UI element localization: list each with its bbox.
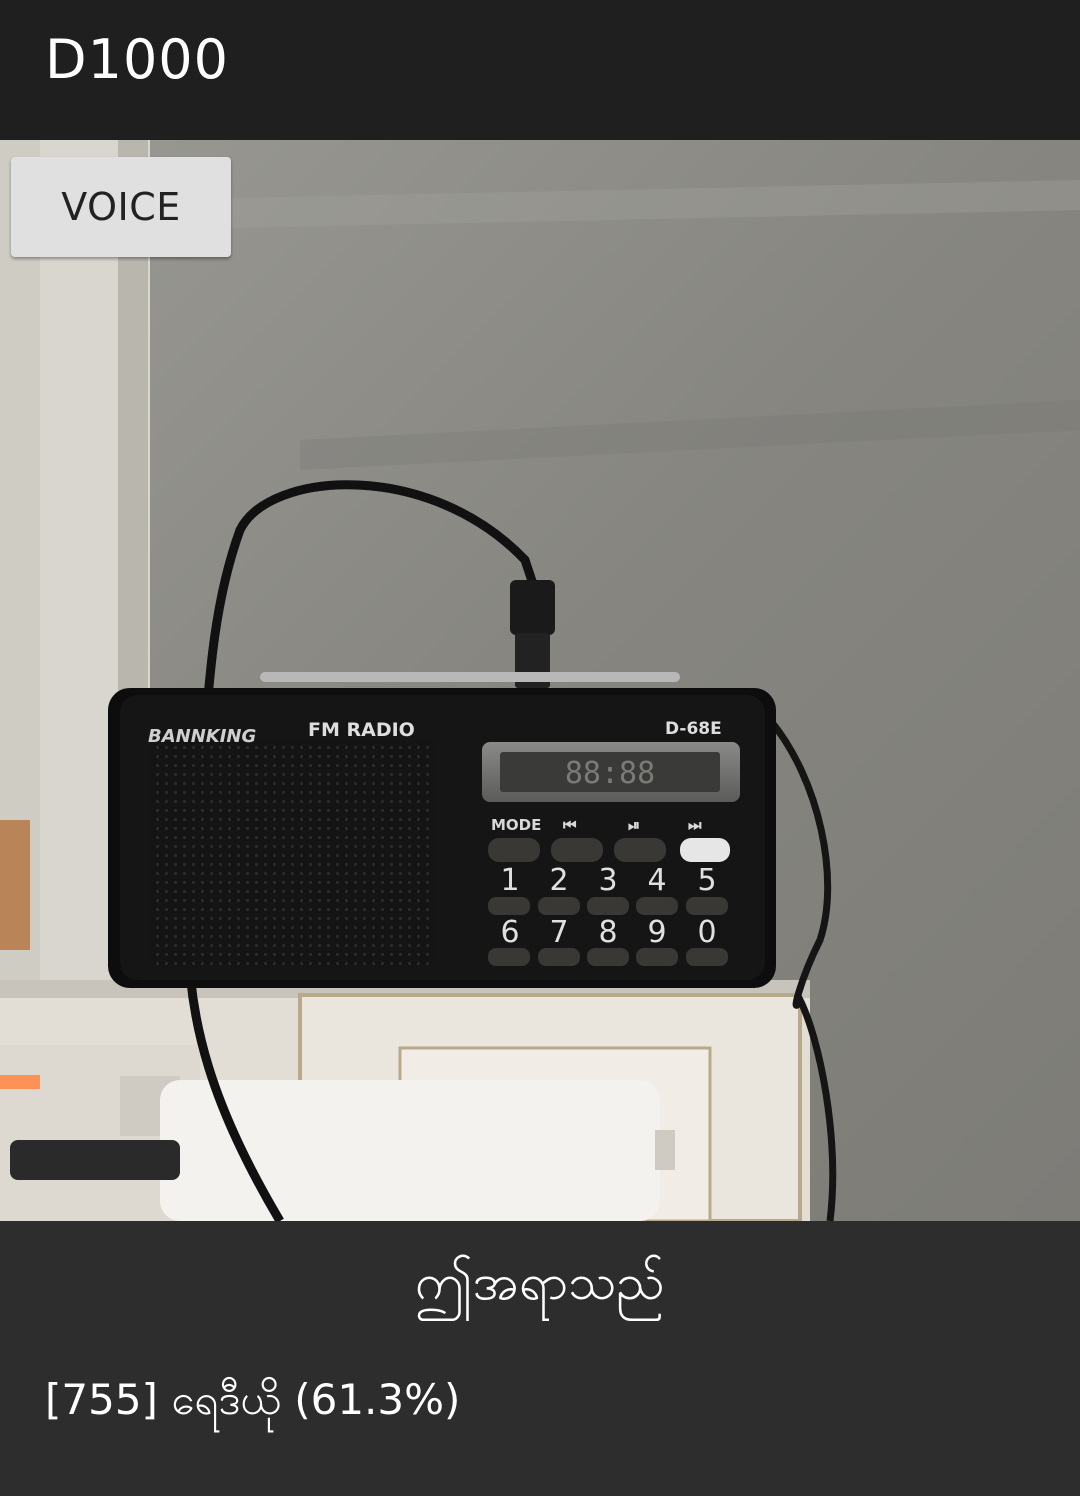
result-panel: ဤအရာသည် [755] ရေဒီယို (61.3%) xyxy=(0,1221,1080,1496)
radio-key-5: 5 xyxy=(697,863,716,898)
radio-key-2: 2 xyxy=(549,863,568,898)
radio-key-4: 4 xyxy=(647,863,666,898)
radio-label: FM RADIO xyxy=(308,719,415,741)
radio-lcd-text: 88:88 xyxy=(565,756,655,791)
radio-key-label-prev: ⏮ xyxy=(563,816,577,834)
radio-key-7: 7 xyxy=(549,915,568,950)
camera-image: 88:88 BANNKING FM RADIO D-68E MODE ⏮ ⏯ ⏭… xyxy=(0,140,1080,1221)
voice-button[interactable]: VOICE xyxy=(11,157,231,257)
radio-key-label-next: ⏭ xyxy=(688,816,702,834)
radio-key-3: 3 xyxy=(598,863,617,898)
camera-preview[interactable]: 88:88 BANNKING FM RADIO D-68E MODE ⏮ ⏯ ⏭… xyxy=(0,140,1080,1221)
radio-key-1: 1 xyxy=(500,863,519,898)
radio-key-label-play: ⏯ xyxy=(628,816,640,834)
detection-result: [755] ရေဒီယို (61.3%) xyxy=(45,1375,461,1424)
radio-brand: BANNKING xyxy=(148,726,256,747)
radio-key-0: 0 xyxy=(697,915,716,950)
app-bar: D1000 xyxy=(0,0,1080,140)
radio-key-9: 9 xyxy=(647,915,666,950)
app-title: D1000 xyxy=(45,28,230,91)
result-caption: ဤအရာသည် xyxy=(415,1253,665,1311)
radio-key-6: 6 xyxy=(500,915,519,950)
radio-model: D-68E xyxy=(665,719,722,739)
radio-key-label-mode: MODE xyxy=(491,816,541,834)
radio-key-8: 8 xyxy=(598,915,617,950)
